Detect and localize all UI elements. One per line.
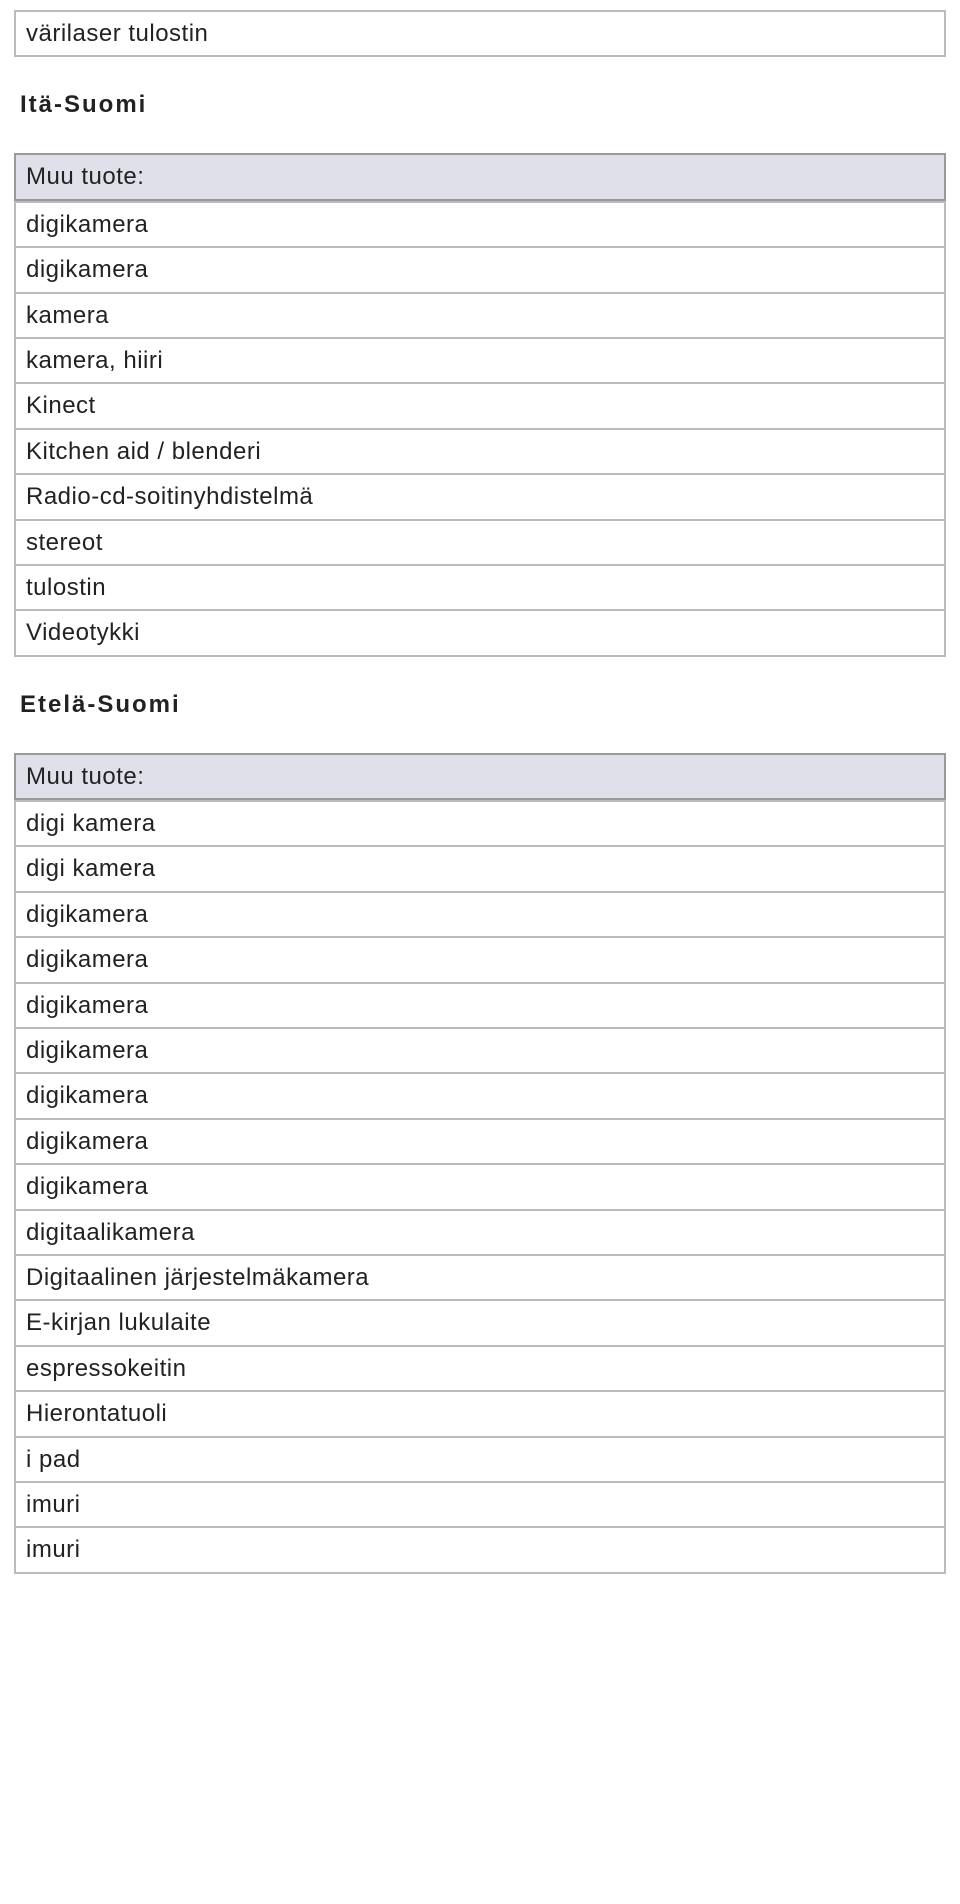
table-row: kamera, hiiri (14, 339, 946, 384)
table-row: Kitchen aid / blenderi (14, 430, 946, 475)
table-row: espressokeitin (14, 1347, 946, 1392)
table-row: i pad (14, 1438, 946, 1483)
table-row: stereot (14, 521, 946, 566)
intro-table: värilaser tulostin (14, 10, 946, 57)
table-row: värilaser tulostin (14, 10, 946, 57)
table-row: Kinect (14, 384, 946, 429)
table-row: Radio-cd-soitinyhdistelmä (14, 475, 946, 520)
table-row: digikamera (14, 984, 946, 1029)
table-row: kamera (14, 294, 946, 339)
table-row: digikamera (14, 938, 946, 983)
table-row: Digitaalinen järjestelmäkamera (14, 1256, 946, 1301)
data-table: Muu tuote:digi kameradigi kameradigikame… (14, 753, 946, 1574)
table-row: Hierontatuoli (14, 1392, 946, 1437)
table-row: digikamera (14, 201, 946, 248)
table-row: digikamera (14, 1165, 946, 1210)
table-row: digikamera (14, 893, 946, 938)
table-row: imuri (14, 1528, 946, 1573)
table-row: digi kamera (14, 847, 946, 892)
table-row: tulostin (14, 566, 946, 611)
section-title: Etelä-Suomi (20, 691, 946, 719)
data-table: Muu tuote:digikameradigikamerakamerakame… (14, 153, 946, 656)
table-header: Muu tuote: (14, 753, 946, 800)
table-row: digikamera (14, 1120, 946, 1165)
table-header: Muu tuote: (14, 153, 946, 200)
table-row: digi kamera (14, 800, 946, 847)
table-row: imuri (14, 1483, 946, 1528)
table-row: digikamera (14, 248, 946, 293)
table-row: digikamera (14, 1029, 946, 1074)
table-row: digitaalikamera (14, 1211, 946, 1256)
table-row: Videotykki (14, 611, 946, 656)
table-row: E-kirjan lukulaite (14, 1301, 946, 1346)
table-row: digikamera (14, 1074, 946, 1119)
section-title: Itä-Suomi (20, 91, 946, 119)
